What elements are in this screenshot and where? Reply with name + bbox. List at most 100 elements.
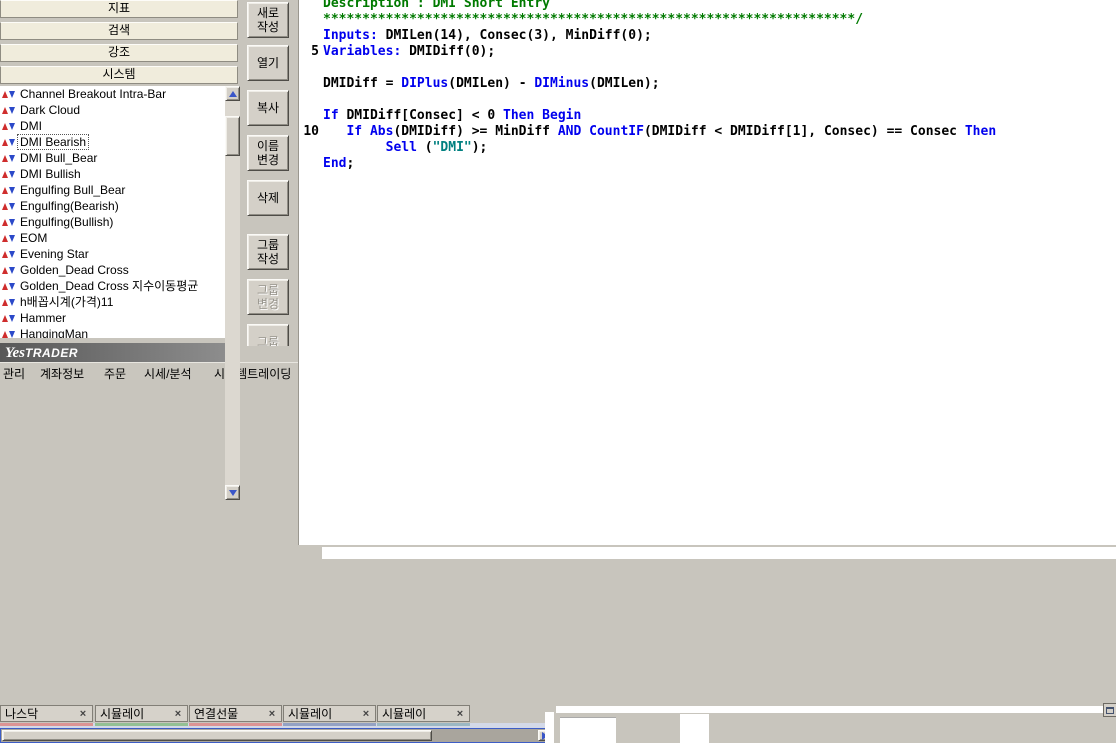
list-item-label: Engulfing(Bearish) — [18, 199, 121, 213]
list-item[interactable]: Golden_Dead Cross — [0, 262, 225, 278]
window-grid-icon — [1106, 707, 1114, 714]
list-item[interactable]: DMI Bullish — [0, 166, 225, 182]
up-arrow-icon — [2, 235, 8, 242]
tab-label: 시뮬레이 — [288, 705, 332, 722]
menu-item-4[interactable]: 시세/분석 — [144, 365, 192, 382]
tab-color-indicator — [95, 723, 188, 726]
tab-1[interactable]: 나스닥× — [0, 705, 93, 722]
system-list[interactable]: Channel Breakout Intra-BarDark CloudDMID… — [0, 86, 225, 338]
code-line — [323, 92, 1116, 108]
action-button-5[interactable]: 삭제 — [247, 180, 289, 216]
list-item-label: Hammer — [18, 311, 68, 325]
tab-5[interactable]: 시뮬레이 × — [377, 705, 470, 722]
down-arrow-icon — [9, 187, 15, 194]
up-arrow-icon — [229, 91, 237, 97]
scrollbar-up-button[interactable] — [225, 86, 240, 101]
tab-bar: 나스닥×시뮬레이×연결선물×시뮬레이×시뮬레이× — [0, 705, 556, 723]
menu-item-3[interactable]: 주문 — [104, 365, 126, 382]
list-item-label: Golden_Dead Cross — [18, 263, 131, 277]
window-fragment-box — [680, 714, 709, 743]
list-item[interactable]: HangingMan — [0, 326, 225, 338]
list-item[interactable]: Engulfing(Bearish) — [0, 198, 225, 214]
tab-close-icon[interactable]: × — [361, 708, 371, 720]
category-button-4[interactable]: 시스템 — [0, 66, 238, 84]
list-item-label: EOM — [18, 231, 49, 245]
hscrollbar-thumb[interactable] — [2, 730, 432, 741]
tab-color-indicator — [189, 723, 282, 726]
window-fragment-strip — [556, 706, 1116, 713]
up-down-arrows-icon — [2, 139, 16, 146]
list-item[interactable]: Engulfing(Bullish) — [0, 214, 225, 230]
list-item[interactable]: DMI Bearish — [0, 134, 225, 150]
category-button-1[interactable]: 지표 — [0, 0, 238, 18]
tab-label: 시뮬레이 — [100, 705, 144, 722]
up-down-arrows-icon — [2, 187, 16, 194]
up-down-arrows-icon — [2, 235, 16, 242]
category-button-2[interactable]: 검색 — [0, 22, 238, 40]
down-arrow-icon — [9, 267, 15, 274]
minimized-window-icon[interactable] — [1103, 703, 1116, 717]
list-item[interactable]: h배꼽시계(가격)11 — [0, 294, 225, 310]
up-arrow-icon — [2, 139, 8, 146]
list-item[interactable]: Hammer — [0, 310, 225, 326]
up-arrow-icon — [2, 187, 8, 194]
list-item[interactable]: Engulfing Bull_Bear — [0, 182, 225, 198]
list-item[interactable]: Channel Breakout Intra-Bar — [0, 86, 225, 102]
menu-item-2[interactable]: 계좌정보 — [40, 365, 84, 382]
action-button-1[interactable]: 새로작성 — [247, 2, 289, 38]
code-line: End; — [323, 156, 1116, 172]
down-arrow-icon — [9, 315, 15, 322]
up-down-arrows-icon — [2, 171, 16, 178]
list-item-label: Evening Star — [18, 247, 91, 261]
list-scrollbar[interactable] — [225, 86, 240, 500]
up-down-arrows-icon — [2, 331, 16, 338]
app-logo-trader: TRADER — [25, 346, 78, 360]
category-button-3[interactable]: 강조 — [0, 44, 238, 62]
category-buttons: 지표검색강조시스템 — [0, 0, 238, 88]
tab-3[interactable]: 연결선물× — [189, 705, 282, 722]
menu-item-1[interactable]: 관리 — [3, 365, 25, 382]
up-down-arrows-icon — [2, 283, 16, 290]
down-arrow-icon — [9, 139, 15, 146]
action-button-4[interactable]: 이름변경 — [247, 135, 289, 171]
scrollbar-thumb[interactable] — [225, 116, 240, 156]
list-item[interactable]: Dark Cloud — [0, 102, 225, 118]
tab-4[interactable]: 시뮬레이 × — [283, 705, 376, 722]
list-item[interactable]: DMI — [0, 118, 225, 134]
up-down-arrows-icon — [2, 203, 16, 210]
list-item[interactable]: Evening Star — [0, 246, 225, 262]
action-button-3[interactable]: 복사 — [247, 90, 289, 126]
code-line: Variables: DMIDiff(0); — [323, 44, 1116, 60]
list-item[interactable]: EOM — [0, 230, 225, 246]
tab-2[interactable]: 시뮬레이 × — [95, 705, 188, 722]
up-arrow-icon — [2, 107, 8, 114]
up-arrow-icon — [2, 331, 8, 338]
tab-label: 시뮬레이 — [382, 705, 426, 722]
action-button-8: 그룹 — [247, 324, 289, 346]
list-item-label: DMI Bull_Bear — [18, 151, 99, 165]
down-arrow-icon — [9, 155, 15, 162]
list-item[interactable]: DMI Bull_Bear — [0, 150, 225, 166]
up-down-arrows-icon — [2, 251, 16, 258]
list-item-label: DMI Bearish — [18, 135, 88, 149]
list-item-label: Engulfing(Bullish) — [18, 215, 115, 229]
tab-close-icon[interactable]: × — [78, 708, 88, 720]
code-line: If DMIDiff[Consec] < 0 Then Begin — [323, 108, 1116, 124]
scrollbar-down-button[interactable] — [225, 485, 240, 500]
editor-bottom-strip — [322, 547, 1116, 559]
action-button-6[interactable]: 그룹작성 — [247, 234, 289, 270]
tab-color-indicator — [0, 723, 93, 726]
code-area: Description : DMI Short Entry***********… — [299, 0, 1116, 545]
list-item[interactable]: Golden_Dead Cross 지수이동평균 — [0, 278, 225, 294]
action-button-2[interactable]: 열기 — [247, 45, 289, 81]
tab-close-icon[interactable]: × — [455, 708, 465, 720]
tab-close-icon[interactable]: × — [173, 708, 183, 720]
window-fragment-column — [545, 712, 554, 743]
up-down-arrows-icon — [2, 299, 16, 306]
horizontal-scrollbar[interactable] — [0, 728, 554, 743]
down-arrow-icon — [9, 203, 15, 210]
list-item-label: DMI Bullish — [18, 167, 83, 181]
tab-close-icon[interactable]: × — [267, 708, 277, 720]
code-editor[interactable]: 510 Description : DMI Short Entry*******… — [298, 0, 1116, 545]
up-arrow-icon — [2, 315, 8, 322]
